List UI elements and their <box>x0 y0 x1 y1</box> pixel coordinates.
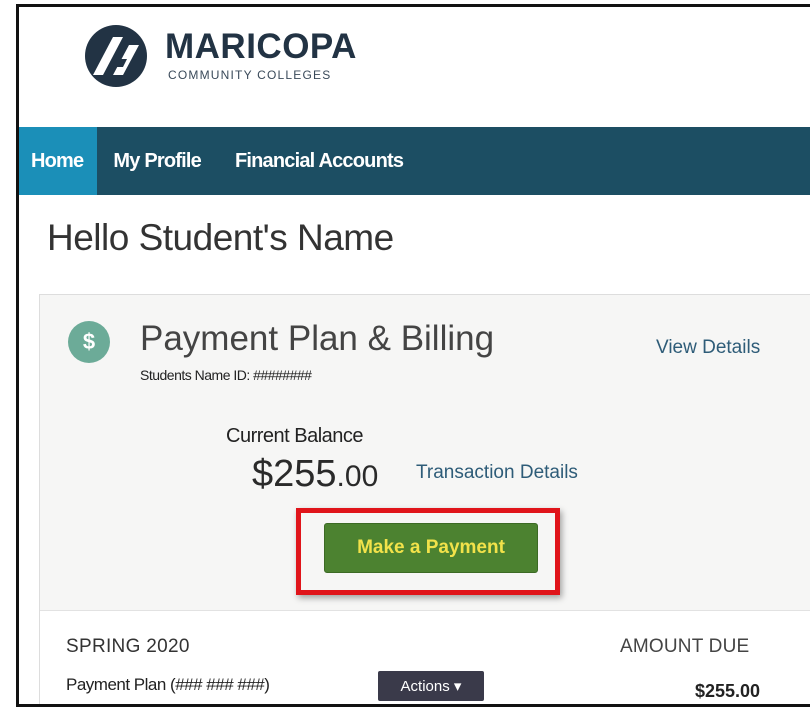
actions-dropdown-button[interactable]: Actions ▾ <box>378 671 484 701</box>
term-label: SPRING 2020 <box>66 636 190 657</box>
make-payment-button[interactable]: Make a Payment <box>324 523 538 573</box>
nav-my-profile[interactable]: My Profile <box>113 127 217 195</box>
page-greeting: Hello Student's Name <box>47 217 394 258</box>
amount-due-value: $255.00 <box>695 681 761 701</box>
maricopa-logo-icon <box>85 25 147 87</box>
nav-financial-accounts[interactable]: Financial Accounts <box>235 127 419 195</box>
main-nav: Home My Profile Financial Accounts <box>19 127 810 195</box>
current-balance-label: Current Balance <box>226 425 364 447</box>
site-header: MARICOPA COMMUNITY COLLEGES <box>19 7 810 127</box>
payment-plan-card: $ Payment Plan & Billing View Details St… <box>39 294 810 704</box>
view-details-link[interactable]: View Details <box>656 337 760 359</box>
plan-section: SPRING 2020 AMOUNT DUE Payment Plan (###… <box>40 610 810 704</box>
browser-frame: MARICOPA COMMUNITY COLLEGES Home My Prof… <box>16 4 810 707</box>
current-balance-amount: $255.00 <box>252 453 378 496</box>
amount-due-label: AMOUNT DUE <box>620 636 750 657</box>
card-title: Payment Plan & Billing <box>140 319 495 358</box>
balance-dollars: $255 <box>252 453 337 495</box>
brand-name: MARICOPA <box>165 27 357 66</box>
nav-home[interactable]: Home <box>19 127 98 195</box>
brand-subtitle: COMMUNITY COLLEGES <box>168 68 332 82</box>
student-id: Students Name ID: ######## <box>140 367 312 383</box>
transaction-details-link[interactable]: Transaction Details <box>416 462 578 484</box>
balance-cents: .00 <box>336 460 379 493</box>
payment-plan-label: Payment Plan (### ### ###) <box>66 675 270 694</box>
dollar-icon: $ <box>68 321 110 363</box>
